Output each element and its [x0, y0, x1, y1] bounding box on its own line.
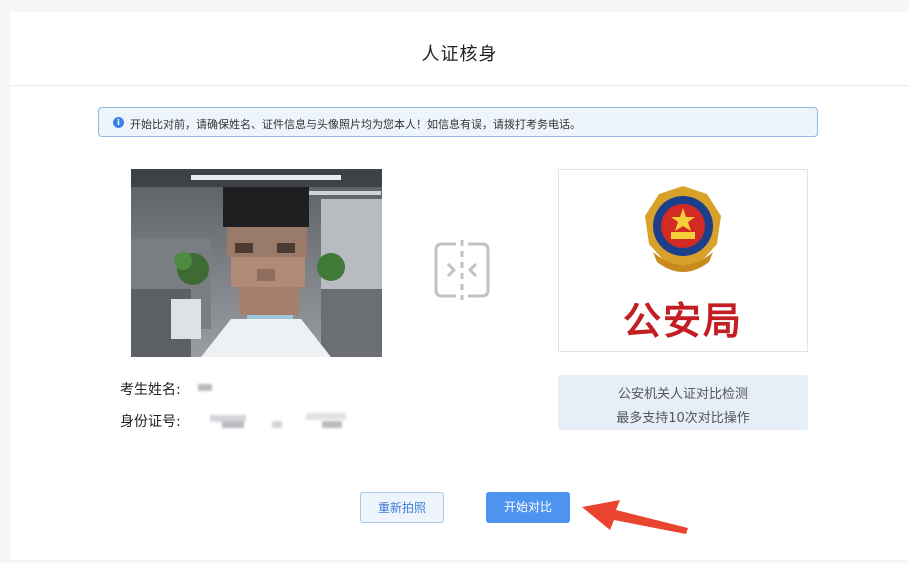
page-title: 人证核身 [421, 44, 498, 65]
police-emblem-icon [645, 186, 721, 272]
identity-verification-card: 人证核身 i 开始比对前，请确保姓名、证件信息与头像照片均为您本人！如信息有误，… [10, 12, 909, 560]
candidate-id-label: 身份证号: [120, 414, 181, 430]
info-line-limit: 最多支持10次对比操作 [616, 411, 750, 426]
face-photo-image [131, 169, 382, 357]
candidate-name-value [198, 384, 212, 391]
page-header: 人证核身 [10, 12, 909, 86]
candidate-name-label: 考生姓名: [120, 382, 181, 398]
police-label: 公安局 [622, 299, 743, 343]
notice-text: 开始比对前，请确保姓名、证件信息与头像照片均为您本人！如信息有误，请拨打考务电话… [130, 118, 581, 131]
captured-face-photo [131, 169, 382, 357]
compare-icon [430, 238, 494, 302]
arrow-annotation-icon [582, 500, 688, 534]
start-compare-button[interactable]: 开始对比 [486, 492, 570, 523]
retake-photo-button[interactable]: 重新拍照 [360, 492, 444, 523]
verification-info-box: 公安机关人证对比检测 最多支持10次对比操作 [558, 375, 808, 430]
notice-banner: i 开始比对前，请确保姓名、证件信息与头像照片均为您本人！如信息有误，请拨打考务… [98, 107, 818, 137]
police-verification-card: 公安局 [558, 169, 808, 352]
info-line-detection: 公安机关人证对比检测 [617, 387, 748, 402]
info-icon: i [113, 117, 124, 128]
